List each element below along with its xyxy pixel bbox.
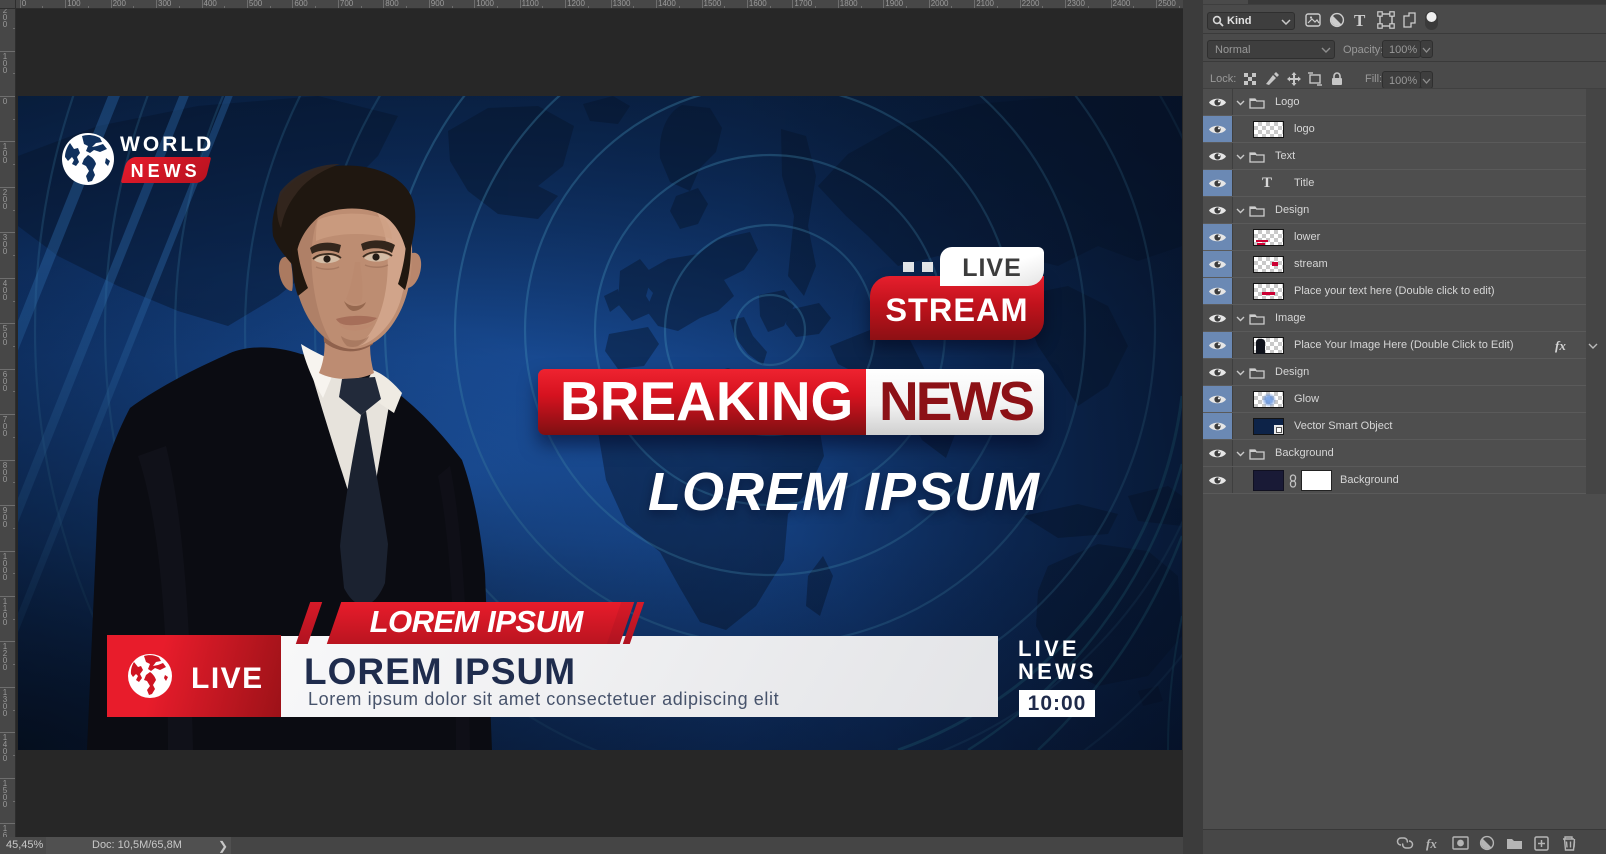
svg-text:T: T (1354, 11, 1366, 30)
svg-text:fx: fx (1426, 836, 1437, 851)
